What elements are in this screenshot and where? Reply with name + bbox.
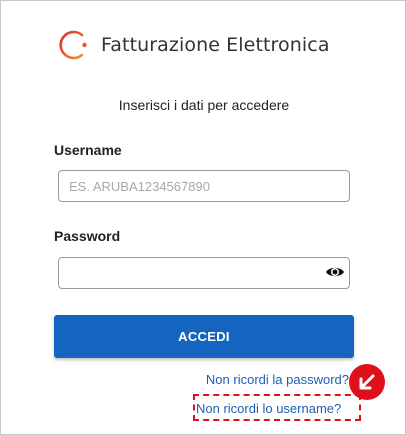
username-input[interactable] — [58, 170, 350, 202]
annotation-badge — [349, 364, 385, 400]
arrow-down-left-icon — [359, 374, 375, 390]
password-label: Password — [54, 228, 121, 244]
login-button[interactable]: ACCEDI — [54, 315, 354, 358]
brand-header: Fatturazione Elettronica — [55, 28, 330, 62]
login-panel: Fatturazione Elettronica Inserisci i dat… — [0, 0, 406, 435]
forgot-username-link[interactable]: Non ricordi lo username? — [196, 401, 341, 416]
username-label: Username — [54, 142, 122, 158]
login-subtitle: Inserisci i dati per accedere — [118, 97, 290, 113]
forgot-password-link[interactable]: Non ricordi la password? — [206, 372, 349, 387]
brand-logo-icon — [59, 30, 87, 60]
brand-name: Fatturazione Elettronica — [101, 34, 330, 56]
password-input[interactable] — [58, 257, 350, 289]
eye-icon[interactable] — [325, 264, 345, 280]
